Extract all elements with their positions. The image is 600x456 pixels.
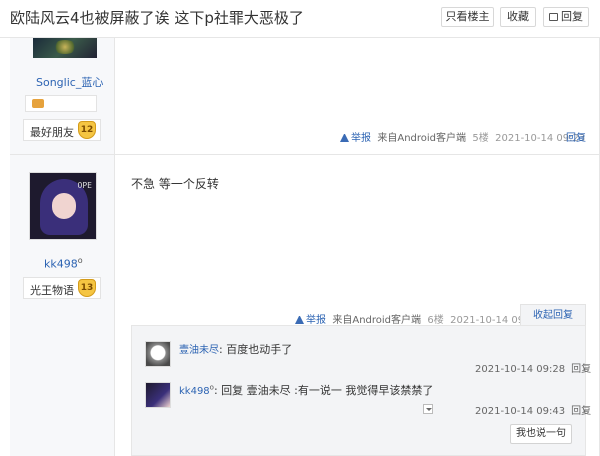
report-link[interactable]: 举报: [351, 133, 371, 144]
level-badge[interactable]: 最好朋友 12: [23, 119, 101, 141]
reply-link[interactable]: 回复: [566, 129, 586, 144]
level-name: 最好朋友: [30, 126, 74, 139]
sub-reply-user[interactable]: kk498o: [179, 383, 214, 397]
sub-reply-user-text: kk498: [179, 386, 210, 397]
member-badge: [25, 95, 97, 112]
only-op-button[interactable]: 只看楼主: [441, 7, 494, 27]
username-mark: o: [77, 256, 83, 265]
sub-reply-time: 2021-10-14 09:28: [475, 364, 566, 375]
sub-reply-link[interactable]: 回复: [571, 406, 591, 417]
avatar-text: OPE: [77, 181, 92, 190]
post-meta: 举报 来自Android客户端 6楼 2021-10-14 09:25: [295, 311, 540, 326]
post-meta: 举报 来自Android客户端 5楼 2021-10-14 09:23: [340, 129, 585, 144]
username-text: kk498: [44, 257, 78, 271]
reply-button-label: 回复: [561, 10, 583, 23]
level-name: 光王物语: [30, 284, 74, 297]
avatar[interactable]: OPE: [29, 172, 97, 240]
sub-reply-text: 百度也动手了: [226, 343, 293, 356]
report-icon: [340, 134, 349, 142]
report-icon: [295, 316, 304, 324]
level-badge[interactable]: 光王物语 13: [23, 277, 101, 299]
sub-reply-meta: 2021-10-14 09:28 回复: [475, 360, 591, 375]
chevron-down-icon[interactable]: [423, 404, 433, 414]
list-item: 壹油未尽: 百度也动手了: [179, 343, 293, 356]
gem-icon: [32, 99, 44, 108]
client-label: 来自Android客户端: [377, 133, 467, 144]
thread-header: 欧陆风云4也被屏蔽了诶 这下p社罪大恶极了 只看楼主 收藏 回复: [0, 0, 600, 38]
sub-reply-time: 2021-10-14 09:43: [475, 406, 566, 417]
thread-title: 欧陆风云4也被屏蔽了诶 这下p社罪大恶极了: [10, 9, 304, 27]
username-link[interactable]: kk498o: [44, 256, 83, 271]
say-something-button[interactable]: 我也说一句: [510, 424, 572, 444]
avatar[interactable]: [145, 382, 171, 408]
post-divider: [10, 154, 600, 155]
collapse-replies-tab[interactable]: 收起回复: [520, 304, 586, 326]
post-content: 不急 等一个反转: [131, 177, 219, 191]
favorite-button[interactable]: 收藏: [500, 7, 536, 27]
floor-number: 5楼: [472, 133, 489, 144]
comment-icon: [549, 13, 558, 21]
avatar[interactable]: [145, 341, 171, 367]
list-item: kk498o: 回复 壹油未尽 :有一说一 我觉得早该禁禁了: [179, 383, 434, 397]
level-shield-icon: 12: [78, 121, 96, 139]
sub-reply-user[interactable]: 壹油未尽: [179, 345, 219, 356]
avatar[interactable]: [33, 38, 97, 58]
username-mark: o: [209, 383, 214, 392]
sub-reply-meta: 2021-10-14 09:43 回复: [475, 402, 591, 417]
sub-reply-text: 回复 壹油未尽 :有一说一 我觉得早该禁禁了: [221, 384, 434, 397]
level-shield-icon: 13: [78, 279, 96, 297]
sub-reply-link[interactable]: 回复: [571, 364, 591, 375]
reply-button[interactable]: 回复: [543, 7, 589, 27]
username-link[interactable]: Songlic_蓝心: [36, 74, 103, 90]
